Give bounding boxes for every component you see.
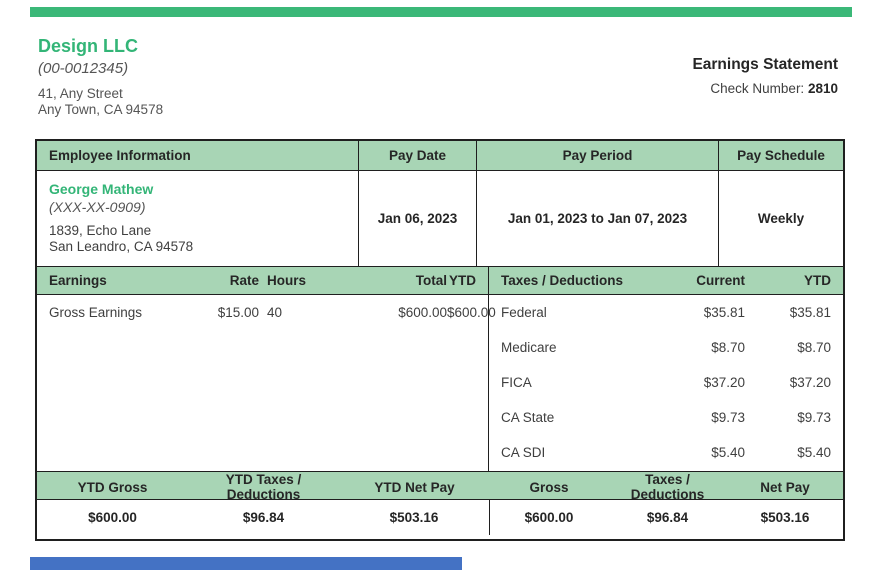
- earnings-header-hours: Hours: [259, 273, 343, 288]
- earnings-statement-page: Design LLC (00-0012345) 41, Any Street A…: [0, 0, 875, 580]
- earnings-taxes-section: Earnings Rate Hours Total YTD Gross Earn…: [37, 267, 843, 472]
- tax-ytd: $9.73: [745, 410, 831, 425]
- top-accent-bar: [30, 7, 852, 17]
- summary-header-ytd-taxes: YTD Taxes / Deductions: [188, 472, 339, 502]
- info-header-row: Employee Information Pay Date Pay Period…: [37, 141, 843, 171]
- summary-value-taxes: $96.84: [608, 500, 727, 535]
- tax-row-ca-state: CA State $9.73 $9.73: [489, 400, 843, 435]
- summary-header-taxes: Taxes / Deductions: [608, 472, 727, 502]
- earnings-header-total: Total: [343, 273, 447, 288]
- paystub-table: Employee Information Pay Date Pay Period…: [35, 139, 845, 541]
- company-name: Design LLC: [38, 36, 163, 57]
- employee-ssn: (XXX-XX-0909): [49, 199, 346, 215]
- header-employee-information: Employee Information: [37, 141, 359, 170]
- tax-ytd: $37.20: [745, 375, 831, 390]
- taxes-column: Taxes / Deductions Current YTD Federal $…: [489, 267, 843, 471]
- tax-current: $5.40: [645, 445, 745, 460]
- statement-block: Earnings Statement Check Number: 2810: [692, 56, 838, 96]
- taxes-header-ytd: YTD: [745, 273, 831, 288]
- pay-period-value: Jan 01, 2023 to Jan 07, 2023: [477, 171, 719, 266]
- summary-value-net-pay: $503.16: [727, 500, 843, 535]
- tax-label: Federal: [501, 305, 645, 320]
- check-number-label: Check Number:: [710, 81, 808, 96]
- pay-schedule-value: Weekly: [719, 171, 843, 266]
- tax-row-ca-sdi: CA SDI $5.40 $5.40: [489, 435, 843, 470]
- taxes-header-label: Taxes / Deductions: [501, 273, 645, 288]
- earnings-header-label: Earnings: [49, 273, 177, 288]
- statement-title: Earnings Statement: [692, 56, 838, 74]
- summary-value-ytd-net-pay: $503.16: [339, 500, 490, 535]
- earnings-header-row: Earnings Rate Hours Total YTD: [37, 267, 488, 295]
- header-pay-schedule: Pay Schedule: [719, 141, 843, 170]
- tax-current: $37.20: [645, 375, 745, 390]
- employee-info-cell: George Mathew (XXX-XX-0909) 1839, Echo L…: [37, 171, 359, 266]
- tax-label: FICA: [501, 375, 645, 390]
- taxes-header-row: Taxes / Deductions Current YTD: [489, 267, 843, 295]
- company-address: 41, Any Street Any Town, CA 94578: [38, 86, 163, 118]
- earnings-column: Earnings Rate Hours Total YTD Gross Earn…: [37, 267, 489, 471]
- header-pay-period: Pay Period: [477, 141, 719, 170]
- company-block: Design LLC (00-0012345) 41, Any Street A…: [38, 36, 163, 118]
- tax-ytd: $35.81: [745, 305, 831, 320]
- summary-value-row: $600.00 $96.84 $503.16 $600.00 $96.84 $5…: [37, 500, 843, 535]
- info-value-row: George Mathew (XXX-XX-0909) 1839, Echo L…: [37, 171, 843, 267]
- tax-current: $9.73: [645, 410, 745, 425]
- company-address-line1: 41, Any Street: [38, 86, 163, 102]
- taxes-header-current: Current: [645, 273, 745, 288]
- earnings-row-rate: $15.00: [177, 305, 259, 320]
- tax-label: CA State: [501, 410, 645, 425]
- earnings-row-hours: 40: [259, 305, 343, 320]
- pay-date-value: Jan 06, 2023: [359, 171, 477, 266]
- company-id: (00-0012345): [38, 60, 163, 77]
- summary-value-gross: $600.00: [490, 500, 608, 535]
- check-number-line: Check Number: 2810: [692, 81, 838, 96]
- summary-header-gross: Gross: [490, 480, 608, 495]
- tax-row-medicare: Medicare $8.70 $8.70: [489, 330, 843, 365]
- earnings-header-ytd: YTD: [447, 273, 476, 288]
- tax-current: $35.81: [645, 305, 745, 320]
- tax-ytd: $5.40: [745, 445, 831, 460]
- earnings-row-label: Gross Earnings: [49, 305, 177, 320]
- summary-value-ytd-taxes: $96.84: [188, 500, 339, 535]
- tax-ytd: $8.70: [745, 340, 831, 355]
- earnings-header-rate: Rate: [177, 273, 259, 288]
- employee-address-line2: San Leandro, CA 94578: [49, 239, 346, 255]
- summary-header-net-pay: Net Pay: [727, 480, 843, 495]
- header-pay-date: Pay Date: [359, 141, 477, 170]
- employee-address: 1839, Echo Lane San Leandro, CA 94578: [49, 223, 346, 255]
- tax-label: CA SDI: [501, 445, 645, 460]
- employee-name: George Mathew: [49, 181, 346, 197]
- employee-address-line1: 1839, Echo Lane: [49, 223, 346, 239]
- bottom-accent-bar: [30, 557, 462, 570]
- company-address-line2: Any Town, CA 94578: [38, 102, 163, 118]
- tax-label: Medicare: [501, 340, 645, 355]
- tax-row-fica: FICA $37.20 $37.20: [489, 365, 843, 400]
- summary-header-ytd-net-pay: YTD Net Pay: [339, 480, 490, 495]
- earnings-row-total: $600.00: [343, 305, 447, 320]
- tax-row-federal: Federal $35.81 $35.81: [489, 295, 843, 330]
- check-number-value: 2810: [808, 81, 838, 96]
- summary-header-ytd-gross: YTD Gross: [37, 480, 188, 495]
- summary-value-ytd-gross: $600.00: [37, 500, 188, 535]
- tax-current: $8.70: [645, 340, 745, 355]
- summary-header-row: YTD Gross YTD Taxes / Deductions YTD Net…: [37, 472, 843, 500]
- earnings-row-gross: Gross Earnings $15.00 40 $600.00 $600.00: [37, 295, 488, 330]
